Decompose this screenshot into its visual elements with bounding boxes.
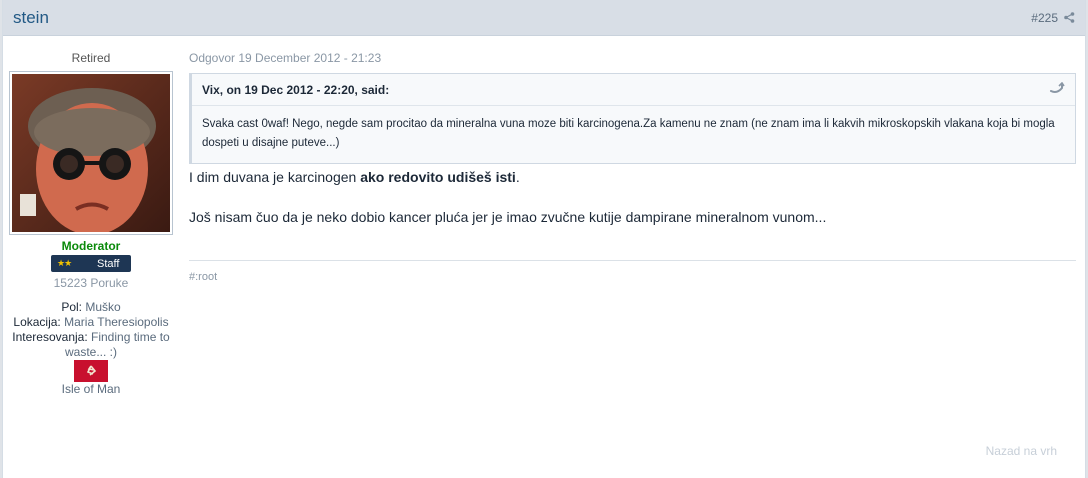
profile-field-location: Lokacija: Maria Theresiopolis <box>13 315 169 329</box>
view-quoted-post-icon[interactable] <box>1049 81 1065 97</box>
signature: #:root <box>189 271 218 283</box>
avatar[interactable] <box>9 71 173 235</box>
member-title: Retired <box>71 51 111 65</box>
quote-text: Svaka cast 0waf! Nego, negde sam procita… <box>202 118 1055 149</box>
country-name: Isle of Man <box>61 382 121 396</box>
post-number-group: #225 <box>1031 11 1075 25</box>
back-to-top-link[interactable]: Nazad na vrh <box>986 444 1057 458</box>
post-body: I dim duvana je karcinogen ako redovito … <box>189 167 1077 227</box>
star-icon: ★★ <box>57 258 72 268</box>
member-group: Moderator <box>61 239 121 253</box>
post-number-link[interactable]: #225 <box>1031 11 1058 25</box>
country-flag-icon <box>74 360 108 382</box>
post-count: 15223 Poruke <box>53 276 129 290</box>
quote-block: Vix, on 19 Dec 2012 - 22:20, said: Svaka… <box>189 73 1076 164</box>
staff-badge-label: Staff <box>97 257 120 270</box>
share-icon[interactable] <box>1064 12 1075 23</box>
post-paragraph: I dim duvana je karcinogen ako redovito … <box>189 169 520 185</box>
post-content: Odgovor 19 December 2012 - 21:23 Vix, on… <box>189 36 1077 283</box>
post-paragraph: Još nisam čuo da je neko dobio kancer pl… <box>189 209 827 225</box>
post-header: stein #225 <box>3 0 1085 36</box>
author-name-link[interactable]: stein <box>13 8 49 28</box>
author-info-panel: Retired Moderator ★★ Staff 15223 Poruke … <box>3 36 179 396</box>
post-date: Odgovor 19 December 2012 - 21:23 <box>189 51 382 65</box>
profile-field-gender: Pol: Muško <box>61 300 121 314</box>
profile-field-interests: Interesovanja: Finding time to waste... … <box>12 330 170 359</box>
quote-citation: Vix, on 19 Dec 2012 - 22:20, said: <box>192 74 1075 106</box>
staff-badge: ★★ Staff <box>51 255 131 272</box>
quote-citation-text: Vix, on 19 Dec 2012 - 22:20, said: <box>202 82 390 97</box>
forum-post: stein #225 Retired Moderator ★★ Staff 15… <box>2 0 1086 478</box>
signature-divider <box>189 260 1076 261</box>
profile-fields: Pol: Muško Lokacija: Maria Theresiopolis… <box>3 300 179 360</box>
